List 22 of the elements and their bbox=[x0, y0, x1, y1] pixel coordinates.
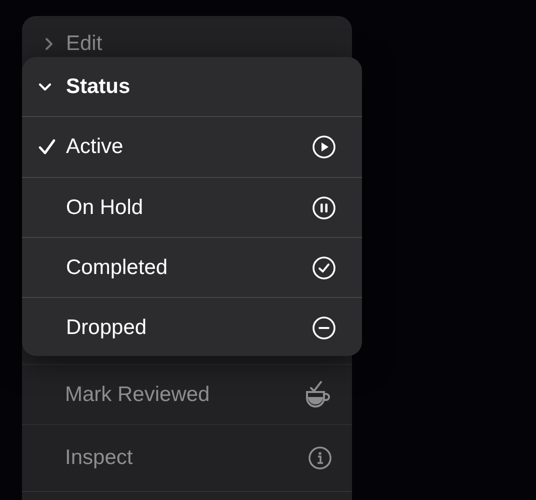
status-option[interactable]: On Hold bbox=[22, 177, 362, 237]
menu-item-label: Mark Reviewed bbox=[65, 382, 211, 406]
info-icon bbox=[308, 446, 332, 470]
play-circle-icon bbox=[312, 135, 336, 159]
menu-item[interactable]: Mark Reviewed bbox=[22, 364, 352, 424]
menu-item-label: Edit bbox=[66, 32, 102, 56]
checkmark-icon bbox=[38, 138, 56, 156]
status-option-label: On Hold bbox=[66, 196, 144, 220]
status-option-label: Completed bbox=[66, 256, 169, 280]
submenu-title: Status bbox=[66, 74, 130, 98]
status-option-label: Dropped bbox=[66, 316, 148, 340]
menu-item-label: Inspect bbox=[65, 446, 134, 470]
check-circle-icon bbox=[312, 256, 336, 280]
menu-item[interactable]: Inspect bbox=[22, 424, 352, 492]
minus-circle-icon bbox=[312, 316, 336, 340]
status-option[interactable]: Completed bbox=[22, 237, 362, 297]
status-option-label: Active bbox=[66, 135, 124, 159]
submenu-header[interactable]: Status bbox=[22, 57, 362, 117]
status-option[interactable]: Dropped bbox=[22, 297, 362, 356]
cup-check-icon bbox=[304, 380, 332, 408]
pause-circle-icon bbox=[312, 196, 336, 220]
status-option[interactable]: Active bbox=[22, 117, 362, 177]
